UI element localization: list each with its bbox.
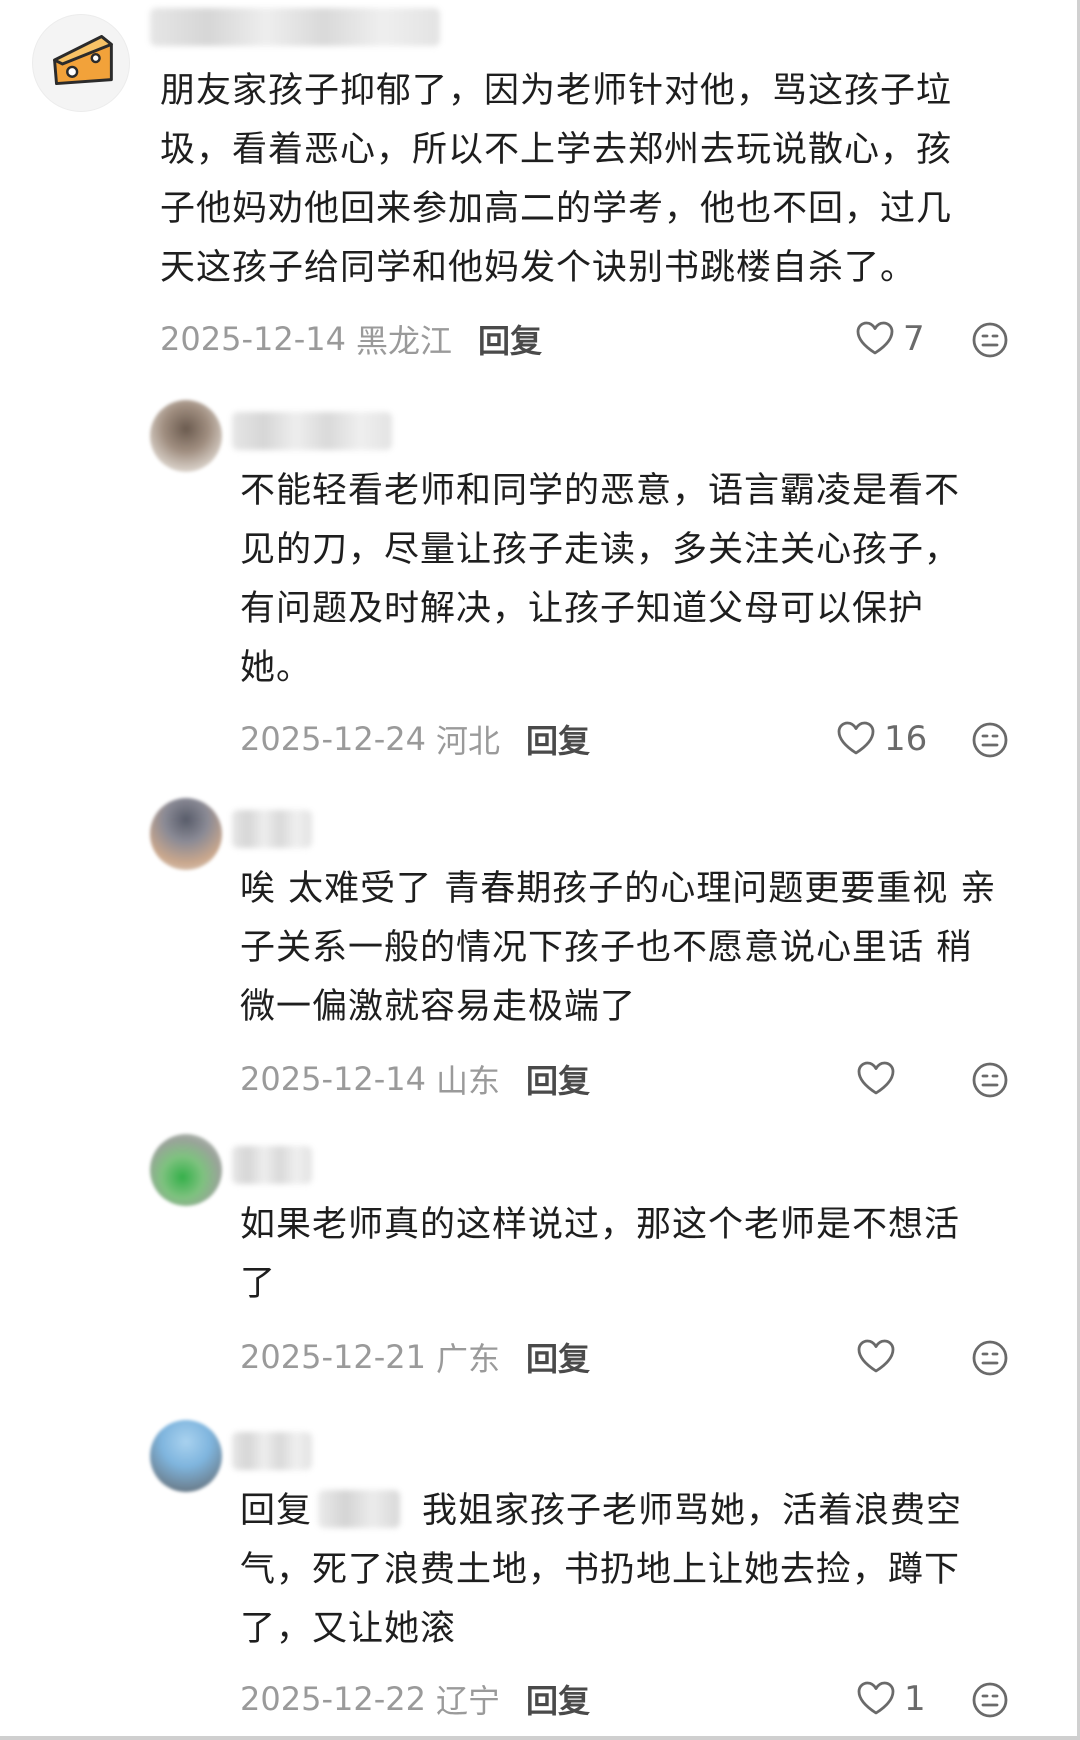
comment-region: 河北 xyxy=(435,722,500,760)
like-count: 7 xyxy=(903,319,925,359)
comment-meta: 2025-12-24 河北 回复 xyxy=(240,714,590,764)
reply-item: 不能轻看老师和同学的恶意，语言霸凌是看不 见的刀，尽量让孩子走读，多关注关心孩子… xyxy=(0,396,1080,760)
heart-icon xyxy=(837,721,875,755)
username-blurred[interactable] xyxy=(232,810,312,848)
comment-text: 唉 太难受了 青春期孩子的心理问题更要重视 亲 子关系一般的情况下孩子也不愿意说… xyxy=(240,869,997,1027)
like-button[interactable] xyxy=(856,1054,904,1104)
emoji-reaction-icon[interactable] xyxy=(970,720,1010,760)
heart-icon xyxy=(856,321,894,355)
heart-icon xyxy=(857,1061,895,1095)
comment-date: 2025-12-14 xyxy=(160,320,346,358)
heart-icon xyxy=(857,1681,895,1715)
comment-region: 广东 xyxy=(435,1340,500,1378)
reply-prefix: 回复 xyxy=(240,1491,313,1531)
reply-item: 回复 我姐家孩子老师骂她，活着浪费空 气，死了浪费土地，书扔地上让她去捡，蹲下 了… xyxy=(0,1416,1080,1740)
comment-text-line1: 我姐家孩子老师骂她，活着浪费空 xyxy=(422,1491,963,1531)
comment-meta: 2025-12-21 广东 回复 xyxy=(240,1332,590,1382)
like-button[interactable]: 7 xyxy=(855,314,925,364)
comment-date: 2025-12-14 xyxy=(240,1060,426,1098)
like-count: 1 xyxy=(904,1679,926,1719)
reply-button[interactable]: 回复 xyxy=(526,716,590,762)
reply-item: 如果老师真的这样说过，那这个老师是不想活 了 2025-12-21 广东 回复 xyxy=(0,1130,1080,1380)
like-count: 16 xyxy=(884,719,928,759)
username-blurred[interactable] xyxy=(232,1146,312,1184)
reply-item: 唉 太难受了 青春期孩子的心理问题更要重视 亲 子关系一般的情况下孩子也不愿意说… xyxy=(0,794,1080,1104)
comment-meta: 2025-12-14 山东 回复 xyxy=(240,1054,590,1104)
comment-region: 辽宁 xyxy=(435,1682,500,1720)
comment-item: 朋友家孩子抑郁了，因为老师针对他，骂这孩子垃 圾，看着恶心，所以不上学去郑州去玩… xyxy=(0,0,1080,360)
heart-icon xyxy=(857,1339,895,1373)
avatar-blurred[interactable] xyxy=(150,400,222,472)
reply-button[interactable]: 回复 xyxy=(526,1676,590,1722)
comment-text: 如果老师真的这样说过，那这个老师是不想活 了 xyxy=(240,1205,961,1304)
username-blurred[interactable] xyxy=(150,8,440,46)
like-button[interactable]: 1 xyxy=(856,1674,926,1724)
avatar-blurred[interactable] xyxy=(150,798,222,870)
like-button[interactable] xyxy=(856,1332,904,1382)
comment-region: 黑龙江 xyxy=(355,322,452,360)
comment-meta: 2025-12-22 辽宁 回复 xyxy=(240,1674,590,1724)
comment-text: 不能轻看老师和同学的恶意，语言霸凌是看不 见的刀，尽量让孩子走读，多关注关心孩子… xyxy=(240,471,961,688)
comment-date: 2025-12-22 xyxy=(240,1680,426,1718)
username-blurred[interactable] xyxy=(232,1432,312,1470)
comment-feed: 朋友家孩子抑郁了，因为老师针对他，骂这孩子垃 圾，看着恶心，所以不上学去郑州去玩… xyxy=(0,0,1080,1740)
avatar-blurred[interactable] xyxy=(150,1134,222,1206)
like-button[interactable]: 16 xyxy=(836,714,927,764)
comment-date: 2025-12-24 xyxy=(240,720,426,758)
reply-button[interactable]: 回复 xyxy=(526,1056,590,1102)
comment-text: 朋友家孩子抑郁了，因为老师针对他，骂这孩子垃 圾，看着恶心，所以不上学去郑州去玩… xyxy=(160,71,953,288)
emoji-reaction-icon[interactable] xyxy=(970,320,1010,360)
window-edge xyxy=(0,1736,1080,1740)
cheese-avatar-icon[interactable] xyxy=(32,14,130,112)
comment-text-rest: 气，死了浪费土地，书扔地上让她去捡，蹲下 了，又让她滚 xyxy=(240,1550,961,1649)
reply-button[interactable]: 回复 xyxy=(526,1334,590,1380)
username-blurred[interactable] xyxy=(232,412,392,450)
reply-button[interactable]: 回复 xyxy=(478,316,542,362)
comment-region: 山东 xyxy=(435,1062,500,1100)
comment-date: 2025-12-21 xyxy=(240,1338,426,1376)
comment-text: 回复 我姐家孩子老师骂她，活着浪费空 气，死了浪费土地，书扔地上让她去捡，蹲下 了… xyxy=(240,1482,1060,1659)
emoji-reaction-icon[interactable] xyxy=(970,1680,1010,1720)
comment-meta: 2025-12-14 黑龙江 回复 xyxy=(160,314,542,364)
emoji-reaction-icon[interactable] xyxy=(970,1338,1010,1378)
mentioned-user-blurred[interactable] xyxy=(318,1490,401,1528)
avatar-blurred[interactable] xyxy=(150,1420,222,1492)
emoji-reaction-icon[interactable] xyxy=(970,1060,1010,1100)
